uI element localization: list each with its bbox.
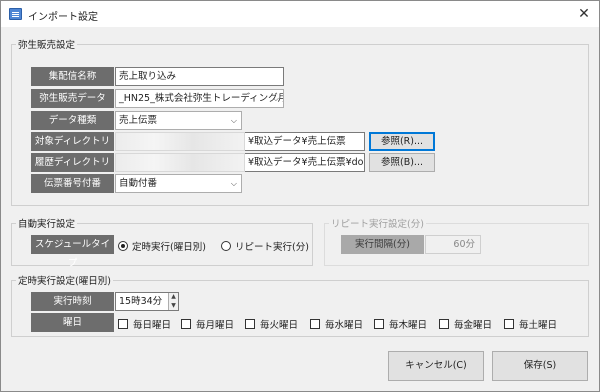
checkbox-unchecked-icon — [118, 319, 128, 329]
auto-exec-legend: 自動実行設定 — [16, 216, 78, 230]
checkbox-sunday[interactable]: 毎日曜日 — [118, 317, 171, 331]
checkbox-thursday-label: 毎木曜日 — [389, 320, 428, 331]
checkbox-unchecked-icon — [310, 319, 320, 329]
interval-input[interactable]: 60分 — [425, 235, 481, 254]
exec-time-label: 実行時刻 — [31, 292, 114, 311]
browse-target-button[interactable]: 参照(R)... — [369, 132, 435, 151]
yayoi-data-value: _HN25_株式会社弥生トレーディング月 — [119, 93, 284, 104]
chevron-down-icon: ⌵ — [230, 116, 237, 125]
checkbox-tuesday-label: 毎火曜日 — [260, 320, 299, 331]
checkbox-tuesday[interactable]: 毎火曜日 — [245, 317, 298, 331]
interval-label: 実行間隔(分) — [341, 235, 424, 254]
save-button[interactable]: 保存(S) — [492, 351, 588, 381]
history-dir-input[interactable]: ¥取込データ¥売上伝票¥done — [245, 153, 365, 172]
window-title: インポート設定 — [28, 12, 98, 23]
radio-scheduled[interactable]: 定時実行(曜日別) — [118, 239, 206, 253]
chevron-down-icon: ⌵ — [272, 94, 279, 103]
checkbox-monday-label: 毎月曜日 — [196, 320, 235, 331]
yayoi-data-label: 弥生販売データ — [31, 89, 114, 108]
exec-time-input[interactable]: 15時34分 ▲ ▼ — [115, 292, 179, 311]
slip-number-label: 伝票番号付番 — [31, 174, 114, 193]
redacted-path — [115, 153, 245, 172]
yayoi-data-select[interactable]: _HN25_株式会社弥生トレーディング月 ⌵ — [115, 89, 284, 108]
checkbox-saturday-label: 毎土曜日 — [519, 320, 558, 331]
schedule-type-label: スケジュールタイプ — [31, 235, 114, 269]
checkbox-unchecked-icon — [439, 319, 449, 329]
shuhaishin-label: 集配信名称 — [31, 67, 114, 86]
checkbox-friday[interactable]: 毎金曜日 — [439, 317, 492, 331]
chevron-down-icon: ⌵ — [230, 179, 237, 188]
title-bar: インポート設定 ✕ — [1, 1, 599, 27]
checkbox-unchecked-icon — [245, 319, 255, 329]
history-dir-label: 履歴ディレクトリ — [31, 153, 114, 172]
target-dir-input[interactable]: ¥取込データ¥売上伝票 — [245, 132, 365, 151]
yayoi-settings-legend: 弥生販売設定 — [16, 37, 78, 51]
data-type-label: データ種類 — [31, 111, 114, 130]
close-button[interactable]: ✕ — [573, 3, 595, 25]
radio-checked-icon — [118, 241, 128, 251]
weekday-label: 曜日 — [31, 313, 114, 332]
shuhaishin-input[interactable]: 売上取り込み — [115, 67, 284, 86]
checkbox-saturday[interactable]: 毎土曜日 — [504, 317, 557, 331]
target-dir-label: 対象ディレクトリ — [31, 132, 114, 151]
checkbox-wednesday[interactable]: 毎水曜日 — [310, 317, 363, 331]
import-settings-dialog: インポート設定 ✕ 弥生販売設定 集配信名称 売上取り込み 弥生販売データ _H… — [0, 0, 600, 392]
app-window-icon — [9, 8, 22, 20]
slip-number-select[interactable]: 自動付番 ⌵ — [115, 174, 242, 193]
checkbox-sunday-label: 毎日曜日 — [133, 320, 172, 331]
checkbox-wednesday-label: 毎水曜日 — [325, 320, 364, 331]
radio-repeat[interactable]: リピート実行(分) — [221, 239, 309, 253]
browse-history-button[interactable]: 参照(B)... — [369, 153, 435, 172]
redacted-path — [115, 132, 245, 151]
data-type-select[interactable]: 売上伝票 ⌵ — [115, 111, 242, 130]
radio-unchecked-icon — [221, 241, 231, 251]
cancel-button[interactable]: キャンセル(C) — [388, 351, 484, 381]
checkbox-unchecked-icon — [374, 319, 384, 329]
slip-number-value: 自動付番 — [119, 178, 158, 189]
radio-scheduled-label: 定時実行(曜日別) — [132, 242, 206, 253]
checkbox-thursday[interactable]: 毎木曜日 — [374, 317, 427, 331]
scheduled-exec-legend: 定時実行設定(曜日別) — [16, 273, 113, 287]
checkbox-monday[interactable]: 毎月曜日 — [181, 317, 234, 331]
repeat-exec-legend: リピート実行設定(分) — [329, 216, 426, 230]
checkbox-unchecked-icon — [181, 319, 191, 329]
checkbox-friday-label: 毎金曜日 — [454, 320, 493, 331]
radio-repeat-label: リピート実行(分) — [235, 242, 309, 253]
spin-updown-icon[interactable]: ▲ ▼ — [168, 293, 178, 310]
checkbox-unchecked-icon — [504, 319, 514, 329]
data-type-value: 売上伝票 — [119, 115, 158, 126]
exec-time-value: 15時34分 — [119, 296, 163, 307]
